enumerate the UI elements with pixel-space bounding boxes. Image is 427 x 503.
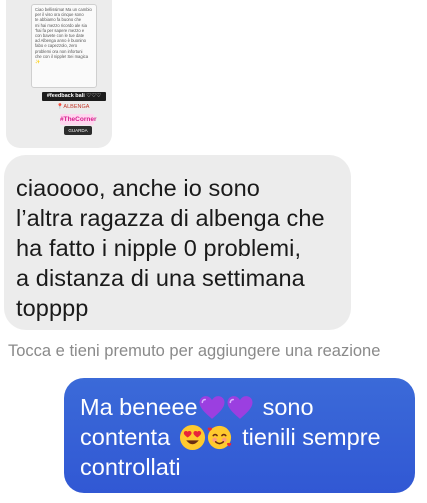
smiling-face-with-hearts-icon [207,425,232,449]
purple-heart-icon [199,395,225,419]
heart-eyes-emoji-icon [180,424,206,450]
outgoing-text-2a: contenta [80,424,171,450]
outgoing-text-1a: Ma beneee [80,394,198,420]
story-card-text: Ciao bellissima! Ma un cambio per il vis… [35,7,92,65]
reaction-hint: Tocca e tieni premuto per aggiungere una… [8,342,381,360]
outgoing-text-2b: tienili sempre [242,424,381,450]
story-badge: GUARDA [64,126,92,135]
chat-screen: Ciao bellissima! Ma un cambio per il vis… [0,0,427,503]
outgoing-line-1: Ma beneee sono [80,392,415,422]
outgoing-line-2: contenta tienili sempre [80,422,415,452]
story-location: 📍ALBENGA [56,104,90,110]
incoming-message-bubble[interactable]: ciaoooo, anche io sono l’altra ragazza d… [4,155,351,330]
story-sticker: #TheCorner [60,114,97,125]
incoming-message-text: ciaoooo, anche io sono l’altra ragazza d… [16,175,325,321]
outgoing-line-3: controllati [80,452,415,482]
purple-heart-icon [227,395,253,419]
outgoing-text-1b: sono [262,394,314,420]
outgoing-text-3: controllati [80,454,181,480]
story-hashtag: #feedback bali ♡♡♡ [42,92,106,101]
story-text-card: Ciao bellissima! Ma un cambio per il vis… [31,4,97,88]
outgoing-message-bubble[interactable]: Ma beneee sono contenta tienili sempre c… [64,378,415,493]
shared-story-thumbnail[interactable]: Ciao bellissima! Ma un cambio per il vis… [6,0,112,148]
